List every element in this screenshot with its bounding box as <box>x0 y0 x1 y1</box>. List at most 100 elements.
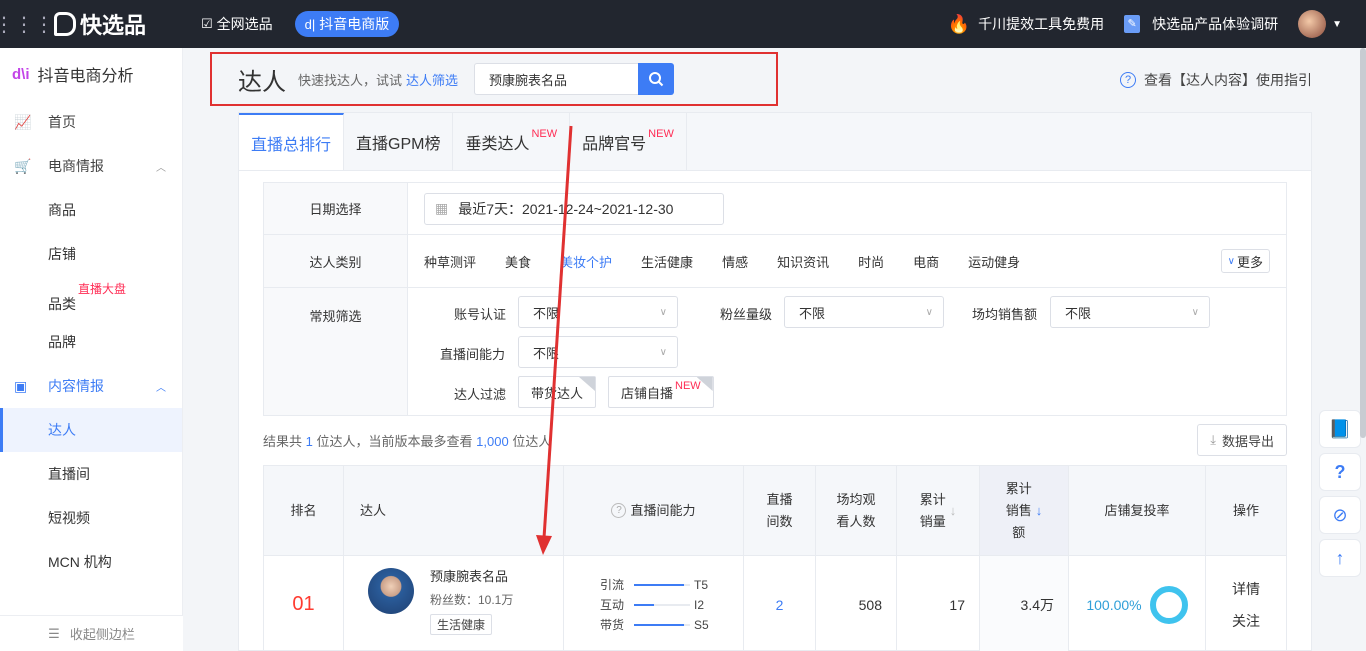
category-option[interactable]: 种草测评 <box>424 252 476 271</box>
search-input[interactable] <box>474 63 639 95</box>
usage-guide-link[interactable]: ? 查看【达人内容】使用指引 <box>1120 70 1312 90</box>
link-icon[interactable]: ⊘ <box>1319 496 1361 534</box>
result-summary: 结果共 1 位达人，当前版本最多查看 1,000 位达人 <box>263 431 551 450</box>
search-button[interactable] <box>638 63 675 95</box>
sidebar-item-brand[interactable]: 品牌 <box>0 320 182 364</box>
sidebar-item-content[interactable]: ▣ 内容情报 ︿ <box>0 364 182 408</box>
influencer-name[interactable]: 预康腕表名品 <box>430 566 513 585</box>
col-total-sales[interactable]: 累计 销售额 ↓ <box>980 466 1069 555</box>
category-option[interactable]: 情感 <box>722 252 748 271</box>
download-icon: ⤓ <box>1210 432 1216 447</box>
export-button[interactable]: ⤓ 数据导出 <box>1197 424 1287 456</box>
col-total-sold[interactable]: 累计 销量 ↓ <box>897 466 980 555</box>
col-ops: 操作 <box>1206 466 1286 555</box>
chip-selling-influencer[interactable]: 带货达人 <box>518 376 597 408</box>
sidebar: d\i 抖音电商分析 📈 首页 🛒 电商情报 ︿ 商品 店铺 直播大盘 品类 品… <box>0 48 183 651</box>
sidebar-item-product[interactable]: 商品 <box>0 188 182 232</box>
new-badge: NEW <box>675 380 701 392</box>
sidebar-item-label: MCN 机构 <box>48 554 112 570</box>
sidebar-item-category[interactable]: 直播大盘 品类 <box>0 276 182 320</box>
logo[interactable]: 快选品 <box>54 8 179 40</box>
cell-person[interactable]: 预康腕表名品 粉丝数：10.1万 生活健康 <box>344 556 564 651</box>
sidebar-item-liveroom[interactable]: 直播间 <box>0 452 182 496</box>
repurchase-ring-chart <box>1149 585 1188 624</box>
more-categories-button[interactable]: ∨ 更多 <box>1220 249 1270 273</box>
page-title: 达人 <box>238 68 286 96</box>
back-to-top-icon[interactable]: ↑ <box>1319 539 1361 577</box>
account-select[interactable]: 不限 ∨ <box>518 296 678 328</box>
sidebar-item-shop[interactable]: 店铺 <box>0 232 182 276</box>
chip-shop-self-live[interactable]: 店铺自播 NEW <box>608 376 714 408</box>
new-badge: NEW <box>531 127 558 140</box>
category-option[interactable]: 电商 <box>913 252 939 271</box>
nav-tab-douyin-label: 抖音电商版 <box>319 16 390 32</box>
influencer-filter-link[interactable]: 达人筛选 <box>406 70 458 89</box>
total-sales-value: 3.4万 <box>1020 596 1054 613</box>
fans-select[interactable]: 不限 ∨ <box>784 296 944 328</box>
influencer-avatar[interactable] <box>368 568 414 614</box>
sales-select[interactable]: 不限 ∨ <box>1050 296 1210 328</box>
category-option-active[interactable]: 美妆个护 <box>560 252 612 271</box>
select-value: 不限 <box>533 305 560 321</box>
result-max: 1,000 <box>476 434 509 449</box>
live-count-link[interactable]: 2 <box>776 597 784 613</box>
video-icon: ▣ <box>14 377 28 394</box>
sidebar-item-label: 品牌 <box>48 334 76 350</box>
sidebar-item-label: 达人 <box>48 422 76 438</box>
tab-vertical[interactable]: 垂类达人 NEW <box>453 113 571 170</box>
col-label: 直播间能力 <box>630 502 696 518</box>
tab-brand-official[interactable]: 品牌官号 NEW <box>570 113 687 170</box>
category-option[interactable]: 生活健康 <box>641 252 693 271</box>
help-icon[interactable]: ? <box>611 503 627 518</box>
chevron-up-icon: ︿ <box>156 162 166 174</box>
col-avg-viewers[interactable]: 场均观 看人数 <box>816 466 897 555</box>
nav-tab-douyin[interactable]: d| 抖音电商版 <box>294 11 400 37</box>
scrollbar[interactable] <box>1360 48 1366 438</box>
col-repurchase: 店铺复投率 <box>1069 466 1206 555</box>
tab-label: 垂类达人 <box>465 135 530 153</box>
filter-row-general: 常规筛选 账号认证 不限 ∨ 粉丝量级 不限 ∨ 场均销售额 不限 ∨ 直播间能力 不… <box>264 288 1286 415</box>
date-picker[interactable]: ▦ 最近7天：2021-12-24~2021-12-30 <box>424 192 724 225</box>
survey-link[interactable]: ✎ 快选品产品体验调研 <box>1124 14 1278 34</box>
col-live-count[interactable]: 直播 间数 <box>744 466 816 555</box>
sidebar-item-label: 店铺 <box>48 246 76 262</box>
promo-link[interactable]: 🔥 千川提效工具免费用 <box>948 14 1104 35</box>
details-button[interactable]: 详情 <box>1232 573 1260 605</box>
help-icon[interactable]: ? <box>1319 453 1361 491</box>
select-value: 不限 <box>533 345 560 361</box>
promo-text: 千川提效工具免费用 <box>978 16 1105 32</box>
filter-label: 日期选择 <box>264 183 408 234</box>
sidebar-item-ecom[interactable]: 🛒 电商情报 ︿ <box>0 144 182 188</box>
chart-icon: 📈 <box>14 113 32 130</box>
sort-down-active-icon: ↓ <box>1035 502 1043 518</box>
follow-button[interactable]: 关注 <box>1232 605 1260 637</box>
chevron-down-icon[interactable]: ▼ <box>1332 19 1342 30</box>
col-label: 额 <box>1012 524 1026 540</box>
new-badge: NEW <box>648 127 674 140</box>
tab-live-total[interactable]: 直播总排行 <box>239 113 345 170</box>
sidebar-item-influencer[interactable]: 达人 <box>0 408 182 452</box>
apps-grid-icon[interactable]: ⋮⋮⋮ <box>0 0 54 48</box>
user-avatar[interactable] <box>1298 10 1327 38</box>
category-option[interactable]: 时尚 <box>858 252 884 271</box>
influencer-fans: 粉丝数：10.1万 <box>430 593 514 607</box>
ability-name: 引流 <box>600 578 625 592</box>
check-box-icon: ☑ <box>201 16 213 31</box>
category-option[interactable]: 知识资讯 <box>777 252 829 271</box>
col-label: 直播 <box>766 491 793 507</box>
douyin-analysis-icon: d\i <box>12 65 30 83</box>
table-row: 01 预康腕表名品 粉丝数：10.1万 生活健康 引流 T5 互动 I2 带货 S5 … <box>264 556 1286 651</box>
sidebar-item-mcn[interactable]: MCN 机构 <box>0 540 182 584</box>
book-icon[interactable]: 📘 <box>1319 410 1361 448</box>
category-option[interactable]: 美食 <box>505 252 531 271</box>
collapse-sidebar-button[interactable]: ☰ 收起侧边栏 <box>0 615 183 651</box>
sidebar-item-home[interactable]: 📈 首页 <box>0 100 182 144</box>
nav-tab-all[interactable]: ☑ 全网选品 <box>191 11 283 37</box>
sidebar-item-shortvideo[interactable]: 短视频 <box>0 496 182 540</box>
ability-level: S5 <box>694 617 709 632</box>
cart-icon: 🛒 <box>14 157 32 174</box>
ability-name: 带货 <box>600 618 625 632</box>
tab-live-gpm[interactable]: 直播GPM榜 <box>344 113 454 170</box>
category-option[interactable]: 运动健身 <box>968 252 1020 271</box>
room-ability-select[interactable]: 不限 ∨ <box>518 336 678 368</box>
